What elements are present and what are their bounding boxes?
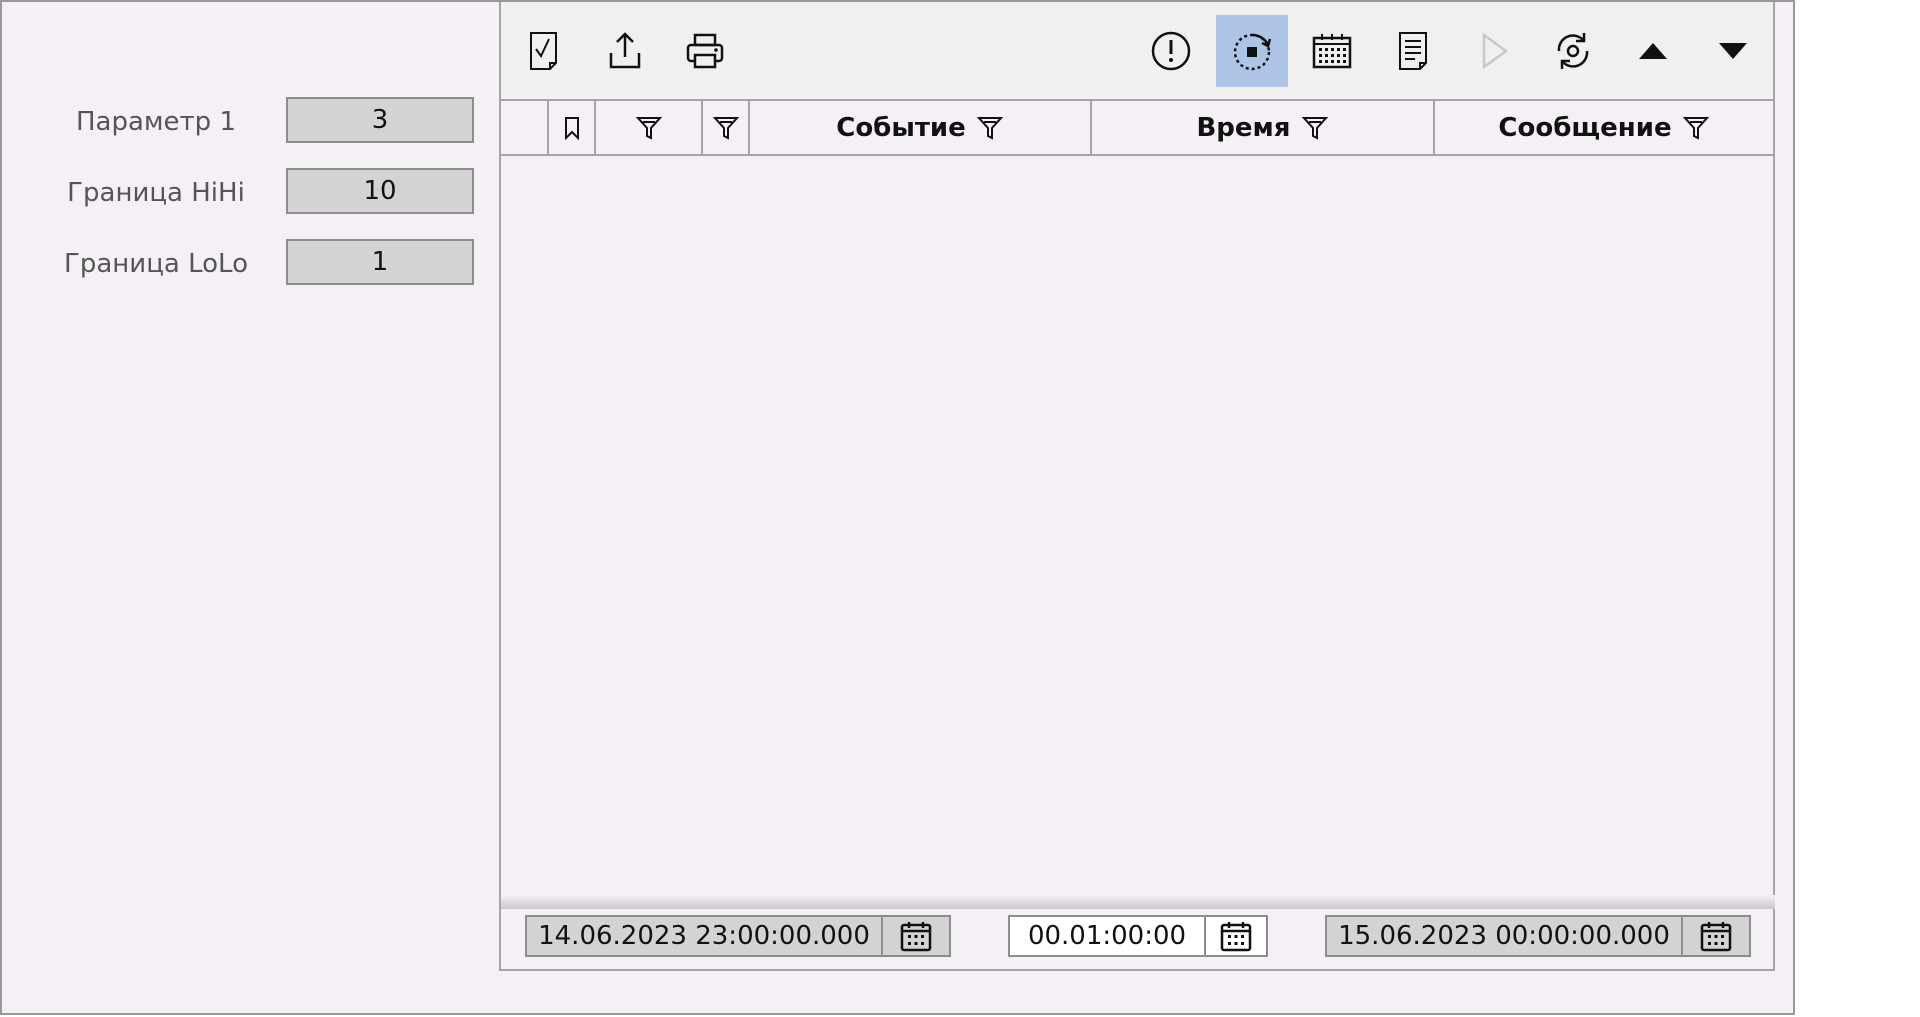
table-header: Событие Время Сообщение xyxy=(501,99,1775,156)
message-column-title: Сообщение xyxy=(1498,112,1672,143)
start-date-field[interactable]: 14.06.2023 23:00:00.000 xyxy=(525,915,951,957)
hihi-limit-value[interactable]: 10 xyxy=(286,168,474,214)
state-column-header[interactable] xyxy=(703,101,750,154)
filter-icon xyxy=(635,116,662,140)
alarm-exclamation-icon xyxy=(1151,31,1191,71)
alarm-journal: Событие Время Сообщение 14.06.2023 23:00… xyxy=(499,2,1775,971)
arrow-down-icon xyxy=(1719,43,1747,59)
start-date-value: 14.06.2023 23:00:00.000 xyxy=(538,921,870,951)
time-column-title: Время xyxy=(1196,112,1291,143)
filter-icon xyxy=(1682,116,1709,140)
alarm-button[interactable] xyxy=(1135,15,1207,87)
interval-picker-button[interactable] xyxy=(1204,917,1266,955)
date-range-button[interactable] xyxy=(1296,15,1368,87)
lolo-limit-label: Граница LoLo xyxy=(64,249,248,279)
stop-refresh-button[interactable] xyxy=(1216,15,1288,87)
interval-value: 00.01:00:00 xyxy=(1027,921,1187,951)
table-body[interactable] xyxy=(501,156,1773,904)
scroll-down-button[interactable] xyxy=(1697,15,1769,87)
filter-icon xyxy=(712,116,739,140)
journal-toolbar xyxy=(501,2,1773,98)
bookmark-column-header[interactable] xyxy=(549,101,596,154)
end-date-field[interactable]: 15.06.2023 00:00:00.000 xyxy=(1325,915,1751,957)
scroll-up-button[interactable] xyxy=(1617,15,1689,87)
bookmark-icon xyxy=(564,116,579,140)
end-date-picker-button[interactable] xyxy=(1681,917,1749,955)
time-range-bar: 14.06.2023 23:00:00.000 00.01:00:00 15.0… xyxy=(501,909,1773,969)
arrow-up-icon xyxy=(1639,43,1667,59)
select-column-header[interactable] xyxy=(501,101,549,154)
stop-refresh-icon xyxy=(1233,33,1272,71)
main-window: Параметр 1 3 Граница HiHi 10 Граница LoL… xyxy=(0,0,1795,1015)
report-button[interactable] xyxy=(1377,15,1449,87)
sync-settings-icon xyxy=(1557,33,1589,69)
event-column-header[interactable]: Событие xyxy=(750,101,1092,154)
priority-column-header[interactable] xyxy=(596,101,703,154)
start-date-picker-button[interactable] xyxy=(881,917,949,955)
hihi-limit-label: Граница HiHi xyxy=(67,178,245,208)
param-1-label: Параметр 1 xyxy=(76,107,236,137)
print-icon xyxy=(686,33,724,69)
sync-button[interactable] xyxy=(1537,15,1609,87)
interval-field[interactable]: 00.01:00:00 xyxy=(1008,915,1268,957)
play-icon xyxy=(1482,32,1509,70)
export-button[interactable] xyxy=(589,15,661,87)
table-footer-shadow xyxy=(501,895,1775,909)
report-document-icon xyxy=(1399,32,1427,70)
acknowledge-button[interactable] xyxy=(508,15,580,87)
play-button[interactable] xyxy=(1457,15,1529,87)
event-column-title: Событие xyxy=(836,112,966,143)
filter-icon xyxy=(1301,116,1328,140)
end-date-value: 15.06.2023 00:00:00.000 xyxy=(1338,921,1670,951)
calendar-icon xyxy=(900,922,932,952)
param-1-value[interactable]: 3 xyxy=(286,97,474,143)
calendar-range-icon xyxy=(1312,34,1352,69)
message-column-header[interactable]: Сообщение xyxy=(1435,101,1775,154)
acknowledge-document-icon xyxy=(530,32,557,70)
time-column-header[interactable]: Время xyxy=(1092,101,1435,154)
export-icon xyxy=(609,32,641,69)
print-button[interactable] xyxy=(669,15,741,87)
calendar-icon xyxy=(1700,922,1732,952)
lolo-limit-value[interactable]: 1 xyxy=(286,239,474,285)
filter-icon xyxy=(976,116,1004,140)
calendar-icon xyxy=(1220,922,1252,952)
